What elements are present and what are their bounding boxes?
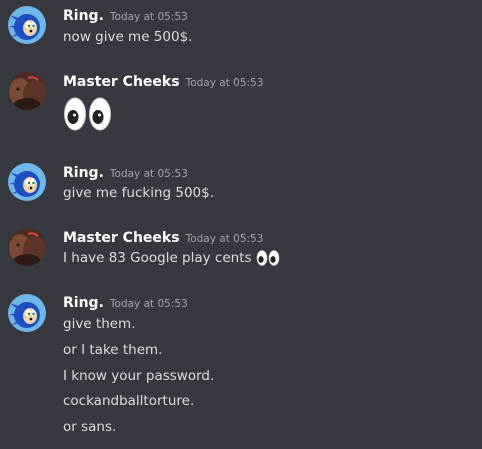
avatar-ring[interactable] — [8, 294, 46, 332]
message-text: I have 83 Google play cents — [63, 250, 252, 266]
message-header: Master Cheeks Today at 05:53 — [63, 227, 263, 246]
username[interactable]: Ring. — [63, 295, 104, 311]
timestamp: Today at 05:53 — [109, 168, 188, 180]
timestamp: Today at 05:53 — [109, 298, 188, 310]
username[interactable]: Ring. — [63, 165, 104, 181]
chat-messages: Ring. Today at 05:53 now give me 500$. Ma… — [0, 0, 482, 449]
timestamp: Today at 05:53 — [185, 77, 264, 89]
avatar-master-cheeks[interactable] — [8, 72, 46, 110]
master-cheeks-avatar-icon — [8, 228, 46, 266]
message-emoji-line — [63, 95, 113, 133]
sonic-avatar-icon — [8, 163, 46, 201]
message-text: I know your password. — [63, 368, 215, 384]
message-header: Ring. Today at 05:53 — [63, 5, 188, 24]
message-header: Ring. Today at 05:53 — [63, 162, 188, 181]
avatar-master-cheeks[interactable] — [8, 228, 46, 266]
message-text: or sans. — [63, 419, 117, 435]
sonic-avatar-icon — [8, 6, 46, 44]
master-cheeks-avatar-icon — [8, 72, 46, 110]
username[interactable]: Master Cheeks — [63, 230, 180, 246]
avatar-ring[interactable] — [8, 163, 46, 201]
username[interactable]: Master Cheeks — [63, 74, 180, 90]
timestamp: Today at 05:53 — [109, 11, 188, 23]
timestamp: Today at 05:53 — [185, 233, 264, 245]
message-text: give them. — [63, 316, 136, 332]
message-text: or I take them. — [63, 342, 163, 358]
message-text: cockandballtorture. — [63, 393, 195, 409]
message-text: now give me 500$. — [63, 29, 193, 45]
message-text: give me fucking 500$. — [63, 185, 215, 201]
eyes-emoji-icon — [64, 97, 111, 131]
message-line: I have 83 Google play cents — [63, 249, 280, 267]
sonic-avatar-icon — [8, 294, 46, 332]
username[interactable]: Ring. — [63, 8, 104, 24]
message-header: Master Cheeks Today at 05:53 — [63, 71, 263, 90]
eyes-emoji-icon — [256, 250, 280, 266]
message-header: Ring. Today at 05:53 — [63, 292, 188, 311]
avatar-ring[interactable] — [8, 6, 46, 44]
